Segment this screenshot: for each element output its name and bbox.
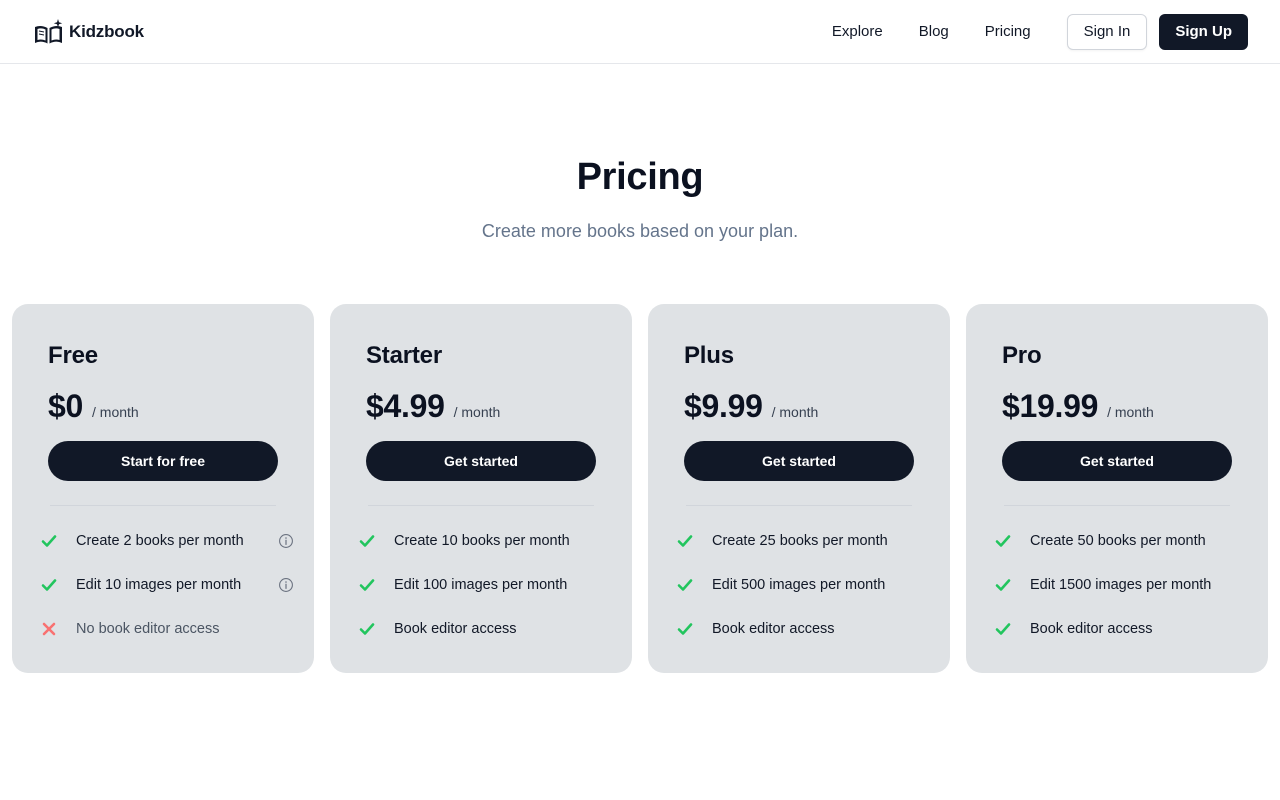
plan-card-plus: Plus $9.99 / month Get started Create 25…	[648, 304, 950, 673]
brand-link[interactable]: Kidzbook	[34, 18, 144, 45]
feature-text: Book editor access	[1030, 621, 1153, 637]
plan-price: $0	[48, 388, 83, 424]
feature-text: Create 25 books per month	[712, 533, 888, 549]
plan-period: / month	[1107, 404, 1154, 420]
feature-text: Edit 500 images per month	[712, 577, 886, 593]
price-row: $0 / month	[48, 388, 278, 425]
check-icon	[41, 579, 57, 591]
check-icon	[677, 579, 693, 591]
feature-item: Create 50 books per month	[995, 519, 1232, 563]
feature-text: Edit 10 images per month	[76, 577, 242, 593]
feature-list: Create 25 books per month Edit 500 image…	[677, 519, 914, 651]
feature-text: Create 2 books per month	[76, 533, 244, 549]
price-row: $19.99 / month	[1002, 388, 1232, 425]
feature-text: Create 10 books per month	[394, 533, 570, 549]
check-icon	[41, 535, 57, 547]
check-icon	[677, 623, 693, 635]
plan-card-starter: Starter $4.99 / month Get started Create…	[330, 304, 632, 673]
check-icon	[359, 623, 375, 635]
plan-period: / month	[771, 404, 819, 420]
feature-item: Edit 100 images per month	[359, 563, 596, 607]
feature-item: Edit 10 images per month	[41, 563, 293, 607]
price-row: $4.99 / month	[366, 388, 596, 425]
divider	[1004, 505, 1230, 506]
feature-item: Book editor access	[677, 607, 914, 651]
feature-text: Create 50 books per month	[1030, 533, 1206, 549]
feature-list: Create 2 books per month Edit 10 images …	[41, 519, 293, 651]
feature-text: Book editor access	[394, 621, 517, 637]
divider	[368, 505, 594, 506]
pricing-plans: Free $0 / month Start for free Create 2 …	[12, 304, 1268, 673]
info-icon[interactable]	[278, 577, 294, 593]
cross-icon	[42, 622, 56, 636]
divider	[50, 505, 276, 506]
check-icon	[995, 623, 1011, 635]
price-row: $9.99 / month	[684, 388, 914, 425]
feature-text: No book editor access	[76, 621, 220, 637]
feature-item: Create 2 books per month	[41, 519, 293, 563]
sign-up-button[interactable]: Sign Up	[1159, 13, 1248, 50]
plan-price: $9.99	[684, 388, 763, 424]
plan-period: / month	[92, 404, 139, 420]
plan-price: $4.99	[366, 388, 445, 424]
page-subtitle: Create more books based on your plan.	[481, 221, 799, 241]
info-icon[interactable]	[278, 533, 294, 549]
nav-blog[interactable]: Blog	[919, 23, 949, 40]
main-nav: Explore Blog Pricing	[832, 23, 1031, 40]
check-icon	[995, 579, 1011, 591]
check-icon	[359, 579, 375, 591]
get-started-button[interactable]: Get started	[684, 441, 914, 481]
plan-name: Starter	[366, 342, 442, 369]
feature-item: Create 25 books per month	[677, 519, 914, 563]
feature-item: Edit 1500 images per month	[995, 563, 1232, 607]
feature-item: Create 10 books per month	[359, 519, 596, 563]
site-header: Kidzbook Explore Blog Pricing Sign In Si…	[0, 0, 1280, 64]
feature-item: No book editor access	[42, 607, 278, 651]
auth-buttons: Sign In Sign Up	[1066, 13, 1248, 50]
plan-card-pro: Pro $19.99 / month Get started Create 50…	[966, 304, 1268, 673]
get-started-button[interactable]: Get started	[366, 441, 596, 481]
divider	[686, 505, 912, 506]
feature-item: Edit 500 images per month	[677, 563, 914, 607]
check-icon	[677, 535, 693, 547]
pricing-hero: Pricing Create more books based on your …	[0, 156, 1280, 242]
get-started-button[interactable]: Get started	[1002, 441, 1232, 481]
feature-text: Book editor access	[712, 621, 835, 637]
brand-name: Kidzbook	[69, 21, 144, 41]
plan-card-free: Free $0 / month Start for free Create 2 …	[12, 304, 314, 673]
open-book-sparkle-icon	[35, 18, 63, 43]
feature-text: Edit 1500 images per month	[1030, 577, 1212, 593]
plan-period: / month	[453, 404, 501, 420]
feature-list: Create 50 books per month Edit 1500 imag…	[995, 519, 1232, 651]
feature-item: Book editor access	[995, 607, 1232, 651]
plan-name: Free	[48, 342, 98, 369]
plan-name: Plus	[684, 342, 734, 369]
nav-pricing[interactable]: Pricing	[985, 23, 1031, 40]
start-for-free-button[interactable]: Start for free	[48, 441, 278, 481]
feature-list: Create 10 books per month Edit 100 image…	[359, 519, 596, 651]
check-icon	[995, 535, 1011, 547]
nav-explore[interactable]: Explore	[832, 23, 883, 40]
plan-price: $19.99	[1002, 388, 1099, 424]
feature-item: Book editor access	[359, 607, 596, 651]
page-title: Pricing	[576, 156, 704, 198]
plan-name: Pro	[1002, 342, 1042, 369]
check-icon	[359, 535, 375, 547]
feature-text: Edit 100 images per month	[394, 577, 568, 593]
sign-in-button[interactable]: Sign In	[1066, 13, 1148, 50]
